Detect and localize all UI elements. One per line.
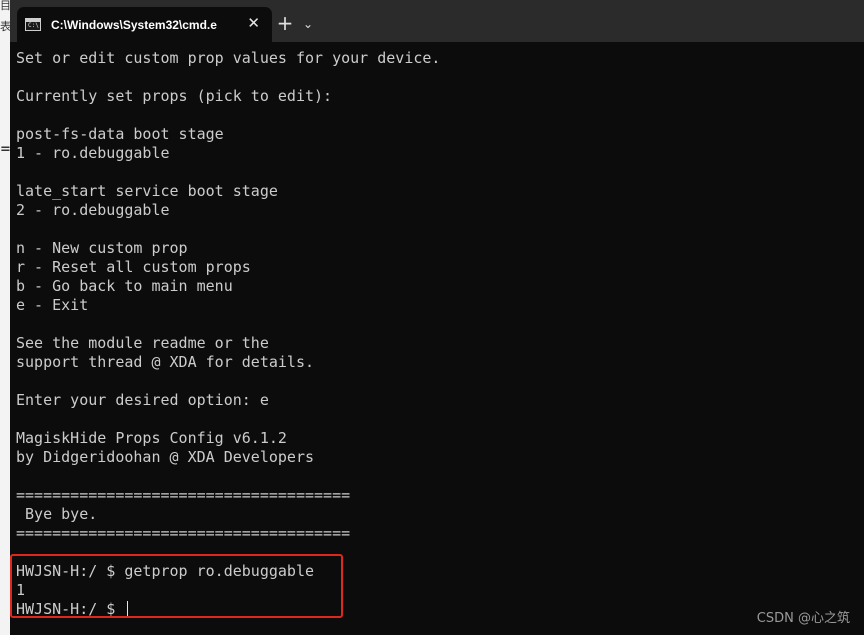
cmd-icon: C:\ [25,18,41,31]
chevron-down-icon[interactable]: ⌄ [298,14,318,34]
terminal-line: 2 - ro.debuggable [16,201,170,219]
terminal-line: MagiskHide Props Config v6.1.2 [16,429,287,447]
terminal-line: support thread @ XDA for details. [16,353,315,371]
terminal-line: ===================================== [16,524,351,542]
title-bar: C:\ C:\Windows\System32\cmd.e ✕ + ⌄ [10,0,864,42]
tab-cmd[interactable]: C:\ C:\Windows\System32\cmd.e ✕ [17,7,272,42]
terminal-line: n - New custom prop [16,239,188,257]
terminal-line: Bye bye. [16,505,98,523]
watermark: CSDN @心之筑 [756,611,850,626]
terminal-line: ===================================== [16,486,351,504]
terminal-line: by Didgeridoohan @ XDA Developers [16,448,315,466]
terminal-line: See the module readme or the [16,334,269,352]
new-tab-button[interactable]: + [272,12,298,36]
terminal-line: Currently set props (pick to edit): [16,87,333,105]
terminal-line: post-fs-data boot stage [16,125,224,143]
terminal-line: late_start service boot stage [16,182,278,200]
terminal-line: Enter your desired option: e [16,391,269,409]
tab-title: C:\Windows\System32\cmd.e [51,17,217,32]
highlight-box [10,554,343,618]
terminal-window: C:\ C:\Windows\System32\cmd.e ✕ + ⌄ Set … [10,0,864,635]
terminal-line: b - Go back to main menu [16,277,233,295]
terminal-line: Set or edit custom prop values for your … [16,49,441,67]
terminal-line: 1 - ro.debuggable [16,144,170,162]
terminal-line: e - Exit [16,296,89,314]
terminal-output[interactable]: Set or edit custom prop values for your … [16,49,856,629]
close-icon[interactable]: ✕ [247,16,260,31]
terminal-line: r - Reset all custom props [16,258,251,276]
